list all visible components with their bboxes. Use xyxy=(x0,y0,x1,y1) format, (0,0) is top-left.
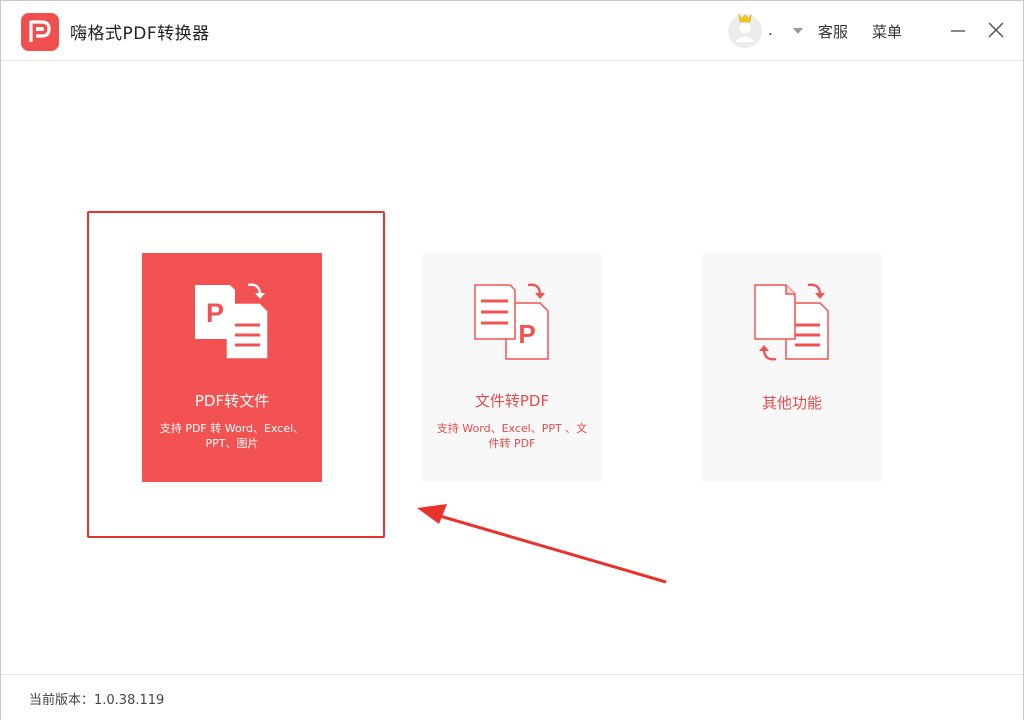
tile-title: 其他功能 xyxy=(761,394,822,412)
title-bar: 嗨格式PDF转换器 . 客服 菜单 xyxy=(1,1,1023,61)
tile-description: 支持 Word、Excel、PPT 、文件转 PDF xyxy=(436,422,588,450)
highlight-box xyxy=(87,211,385,538)
tile-title: 文件转PDF xyxy=(474,392,550,410)
app-window: 嗨格式PDF转换器 . 客服 菜单 P PDF转文件 支持 PDF 转 Word… xyxy=(0,0,1024,720)
version-label: 当前版本：1.0.38.119 xyxy=(29,693,165,708)
customer-service-button[interactable]: 客服 xyxy=(818,21,848,42)
status-bar: 当前版本：1.0.38.119 xyxy=(1,674,1023,720)
app-logo-icon xyxy=(21,13,59,51)
file-to-pdf-icon: P xyxy=(470,281,556,363)
minimize-icon[interactable] xyxy=(945,17,971,43)
app-title: 嗨格式PDF转换器 xyxy=(70,24,210,44)
menu-button[interactable]: 菜单 xyxy=(872,21,902,42)
chevron-down-icon[interactable] xyxy=(791,21,805,41)
svg-text:P: P xyxy=(518,319,535,349)
other-functions-icon xyxy=(750,281,836,363)
user-name: . xyxy=(768,21,773,39)
other-functions-card[interactable]: 其他功能 xyxy=(702,253,882,482)
file-to-pdf-card[interactable]: P 文件转PDF 支持 Word、Excel、PPT 、文件转 PDF xyxy=(422,253,602,482)
close-icon[interactable] xyxy=(983,17,1009,43)
user-avatar[interactable] xyxy=(727,13,763,49)
